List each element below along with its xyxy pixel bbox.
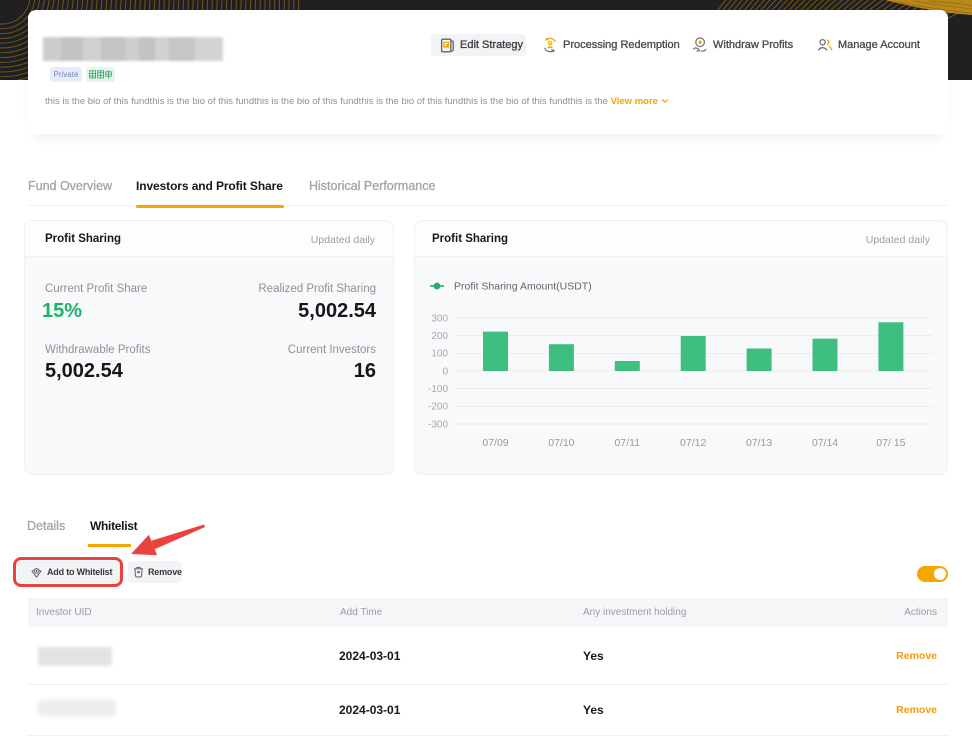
svg-text:07/ 15: 07/ 15	[876, 437, 905, 449]
svg-text:Profit Sharing Amount(USDT): Profit Sharing Amount(USDT)	[454, 281, 592, 293]
svg-text:07/13: 07/13	[746, 437, 772, 449]
svg-text:-200: -200	[428, 402, 448, 413]
svg-text:07/11: 07/11	[615, 437, 641, 449]
svg-text:07/10: 07/10	[548, 437, 574, 449]
svg-text:300: 300	[431, 314, 448, 325]
svg-text:07/12: 07/12	[680, 437, 706, 449]
svg-text:-300: -300	[428, 420, 448, 431]
svg-text:-100: -100	[428, 384, 448, 395]
svg-text:100: 100	[431, 349, 448, 360]
svg-text:07/14: 07/14	[812, 437, 838, 449]
svg-text:200: 200	[431, 331, 448, 342]
svg-text:0: 0	[442, 367, 448, 378]
svg-text:07/09: 07/09	[482, 437, 508, 449]
